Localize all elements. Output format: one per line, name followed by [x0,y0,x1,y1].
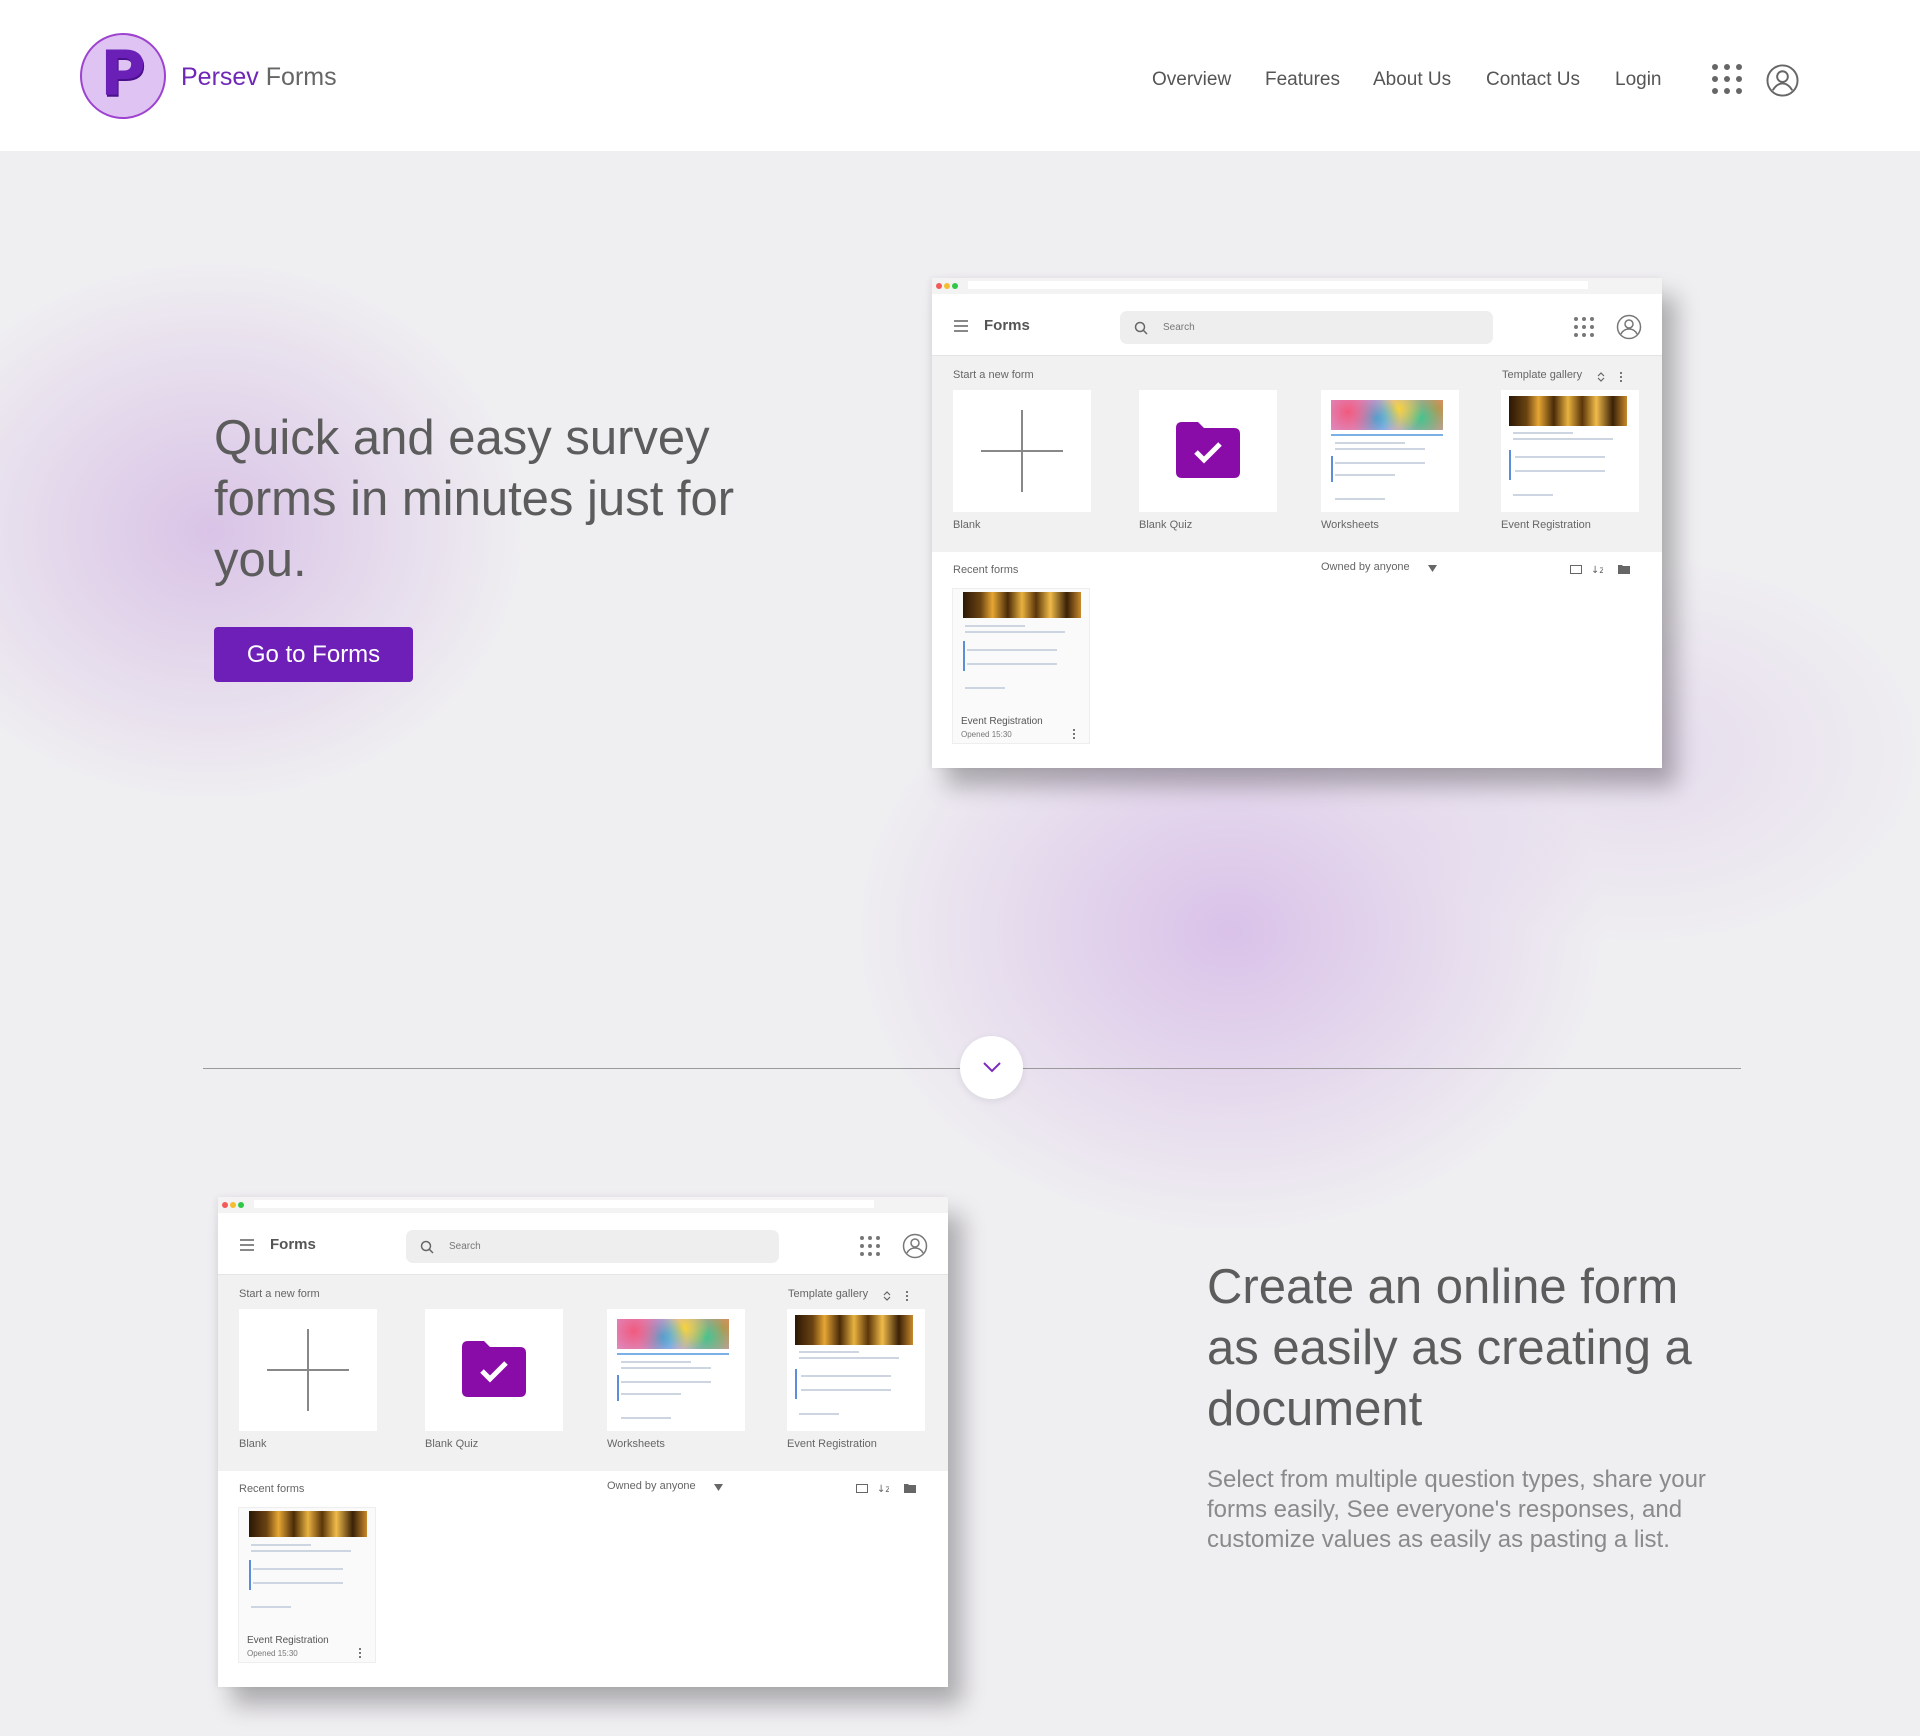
account-circle-icon [1616,314,1642,340]
expand-icon [1597,372,1605,382]
svg-text:↓z: ↓z [1591,565,1603,575]
app-header: Forms Search [218,1213,948,1275]
template-label-event-registration: Event Registration [1501,519,1591,531]
owned-by-filter: Owned by anyone [1321,561,1410,573]
brand-logo[interactable]: P [80,33,166,119]
search-placeholder: Search [1163,322,1195,333]
template-card-worksheets [1321,390,1459,512]
nav-features[interactable]: Features [1265,68,1340,92]
recent-form-opened: Opened 15:30 [961,730,1012,739]
template-card-event-registration [787,1309,925,1431]
hero-headline: Quick and easy survey forms in minutes j… [214,411,735,587]
window-chrome [218,1197,948,1213]
apps-grid-icon [860,1236,880,1256]
folder-check-icon [462,1341,526,1397]
template-label-worksheets: Worksheets [607,1438,665,1450]
search-field: Search [406,1230,779,1263]
sort-icon: ↓z [877,1484,889,1494]
brand-name-primary: Persev [181,63,259,91]
folder-icon [1618,565,1630,574]
recent-form-opened: Opened 15:30 [247,1649,298,1658]
menu-icon [240,1239,254,1251]
go-to-forms-button[interactable]: Go to Forms [214,627,413,682]
recent-form-title: Event Registration [247,1635,329,1646]
search-icon [420,1240,434,1254]
template-card-event-registration [1501,390,1639,512]
more-vert-icon [906,1291,908,1301]
dropdown-arrow-icon [714,1484,723,1491]
folder-icon [904,1484,916,1493]
nav-about-us[interactable]: About Us [1373,68,1451,92]
template-card-blank-quiz [425,1309,563,1431]
svg-text:↓z: ↓z [877,1484,889,1494]
template-label-blank-quiz: Blank Quiz [1139,519,1193,531]
logo-letter: P [100,37,146,110]
section-description: Select from multiple question types, sha… [1207,1466,1706,1553]
folder-check-icon [1176,422,1240,478]
nav-overview[interactable]: Overview [1152,68,1231,92]
apps-grid-icon[interactable] [1712,64,1742,94]
top-navigation-bar: P Persev Forms Overview Features About U… [0,0,1920,151]
template-card-blank [239,1309,377,1431]
list-view-icon [1570,565,1582,574]
window-chrome [932,278,1662,294]
recent-form-card: Event Registration Opened 15:30 [238,1507,376,1663]
template-label-blank-quiz: Blank Quiz [425,1438,479,1450]
account-circle-icon[interactable] [1766,64,1799,97]
template-card-blank-quiz [1139,390,1277,512]
apps-grid-icon [1574,317,1594,337]
app-title: Forms [984,317,1030,334]
forms-app-screenshot-1: Forms Search Start a new form Template g… [932,278,1662,768]
sort-icon: ↓z [1591,565,1603,575]
section-headline: Create an online form as easily as creat… [1207,1260,1692,1436]
search-icon [1134,321,1148,335]
nav-login[interactable]: Login [1615,68,1662,92]
template-label-blank: Blank [953,519,981,531]
app-header: Forms Search [932,294,1662,356]
owned-by-filter: Owned by anyone [607,1480,696,1492]
scroll-down-button[interactable] [960,1036,1023,1099]
template-label-event-registration: Event Registration [787,1438,877,1450]
more-vert-icon [1620,372,1622,382]
recent-forms-label: Recent forms [239,1483,305,1495]
recent-form-card: Event Registration Opened 15:30 [952,588,1090,744]
template-card-blank [953,390,1091,512]
start-new-form-label: Start a new form [239,1288,320,1300]
template-label-blank: Blank [239,1438,267,1450]
template-gallery-label: Template gallery [1502,369,1583,381]
template-gallery-label: Template gallery [788,1288,869,1300]
expand-icon [883,1291,891,1301]
menu-icon [954,320,968,332]
template-label-worksheets: Worksheets [1321,519,1379,531]
more-vert-icon [359,1648,361,1658]
recent-form-title: Event Registration [961,716,1043,727]
brand-name[interactable]: Persev Forms [181,62,337,92]
forms-app-screenshot-2: Forms Search Start a new form Template g… [218,1197,948,1687]
chevron-down-icon [982,1062,1001,1073]
account-circle-icon [902,1233,928,1259]
dropdown-arrow-icon [1428,565,1437,572]
brand-name-secondary: Forms [265,63,337,91]
more-vert-icon [1073,729,1075,739]
template-card-worksheets [607,1309,745,1431]
recent-forms-label: Recent forms [953,564,1019,576]
list-view-icon [856,1484,868,1493]
app-title: Forms [270,1236,316,1253]
search-field: Search [1120,311,1493,344]
search-placeholder: Search [449,1241,481,1252]
nav-contact-us[interactable]: Contact Us [1486,68,1580,92]
start-new-form-label: Start a new form [953,369,1034,381]
